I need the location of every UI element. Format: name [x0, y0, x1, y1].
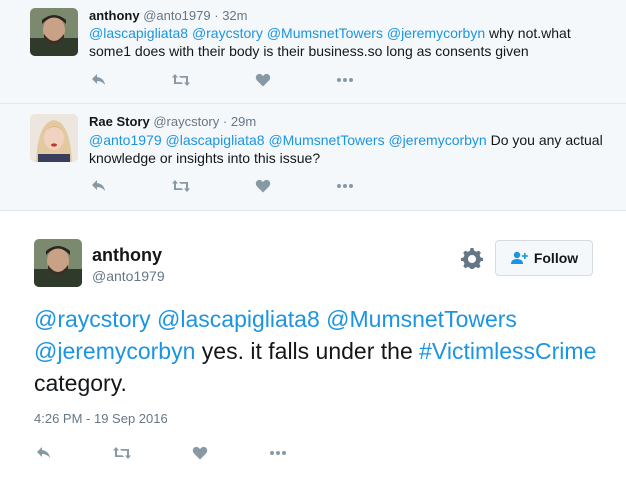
user-handle[interactable]: @anto1979: [92, 267, 165, 285]
heart-icon[interactable]: [253, 70, 273, 90]
reply-icon[interactable]: [89, 176, 109, 196]
tweet-text-segment: category.: [34, 370, 127, 396]
reply-tweet[interactable]: anthony @anto1979 · 32m @lascapigliata8 …: [0, 0, 626, 104]
mention-link[interactable]: @raycstory: [192, 25, 263, 41]
heart-icon[interactable]: [190, 443, 210, 463]
timestamp[interactable]: 29m: [231, 114, 256, 129]
avatar[interactable]: [34, 239, 82, 287]
more-icon[interactable]: [268, 443, 288, 463]
mention-link[interactable]: @lascapigliata8: [166, 132, 265, 148]
tweet-text-segment: yes. it falls under the: [195, 338, 420, 364]
mention-link[interactable]: @jeremycorbyn: [387, 25, 485, 41]
tweet-actions: [89, 70, 355, 90]
mention-link[interactable]: @jeremycorbyn: [34, 338, 195, 364]
mention-link[interactable]: @anto1979: [89, 132, 162, 148]
display-name[interactable]: anthony: [92, 244, 162, 266]
retweet-icon[interactable]: [171, 176, 191, 196]
add-user-icon: [510, 251, 528, 265]
permalink-tweet: anthony @anto1979 Follow @raycstory @las…: [0, 211, 626, 489]
reply-header: Rae Story @raycstory · 29m: [89, 114, 256, 130]
mention-link[interactable]: @lascapigliata8: [89, 25, 188, 41]
user-handle[interactable]: @anto1979: [143, 8, 210, 23]
conversation-replies: anthony @anto1979 · 32m @lascapigliata8 …: [0, 0, 626, 211]
follow-button[interactable]: Follow: [495, 240, 593, 276]
mention-link[interactable]: @lascapigliata8: [157, 306, 320, 332]
mention-link[interactable]: @MumsnetTowers: [267, 25, 383, 41]
mention-link[interactable]: @jeremycorbyn: [388, 132, 486, 148]
more-icon[interactable]: [335, 70, 355, 90]
retweet-icon[interactable]: [112, 443, 132, 463]
separator: ·: [214, 8, 219, 23]
timestamp[interactable]: 32m: [222, 8, 247, 23]
tweet-text: @lascapigliata8 @raycstory @MumsnetTower…: [89, 24, 609, 60]
retweet-icon[interactable]: [171, 70, 191, 90]
heart-icon[interactable]: [253, 176, 273, 196]
tweet-actions: [34, 443, 288, 463]
mention-link[interactable]: @MumsnetTowers: [326, 306, 517, 332]
display-name[interactable]: anthony: [89, 8, 140, 23]
reply-header: anthony @anto1979 · 32m: [89, 8, 248, 24]
gear-icon[interactable]: [461, 247, 483, 269]
tweet-timestamp[interactable]: 4:26 PM - 19 Sep 2016: [34, 411, 168, 427]
user-handle[interactable]: @raycstory: [153, 114, 219, 129]
avatar[interactable]: [30, 8, 78, 56]
display-name[interactable]: Rae Story: [89, 114, 150, 129]
tweet-text: @anto1979 @lascapigliata8 @MumsnetTowers…: [89, 131, 609, 167]
separator: ·: [222, 114, 228, 129]
mention-link[interactable]: @raycstory: [34, 306, 151, 332]
more-icon[interactable]: [335, 176, 355, 196]
reply-icon[interactable]: [89, 70, 109, 90]
reply-tweet[interactable]: Rae Story @raycstory · 29m @anto1979 @la…: [0, 105, 626, 209]
tweet-actions: [89, 176, 355, 196]
avatar[interactable]: [30, 114, 78, 162]
hashtag-link[interactable]: #VictimlessCrime: [419, 338, 596, 364]
tweet-text: @raycstory @lascapigliata8 @MumsnetTower…: [34, 303, 604, 399]
mention-link[interactable]: @MumsnetTowers: [268, 132, 384, 148]
follow-label: Follow: [533, 250, 579, 266]
reply-icon[interactable]: [34, 443, 54, 463]
